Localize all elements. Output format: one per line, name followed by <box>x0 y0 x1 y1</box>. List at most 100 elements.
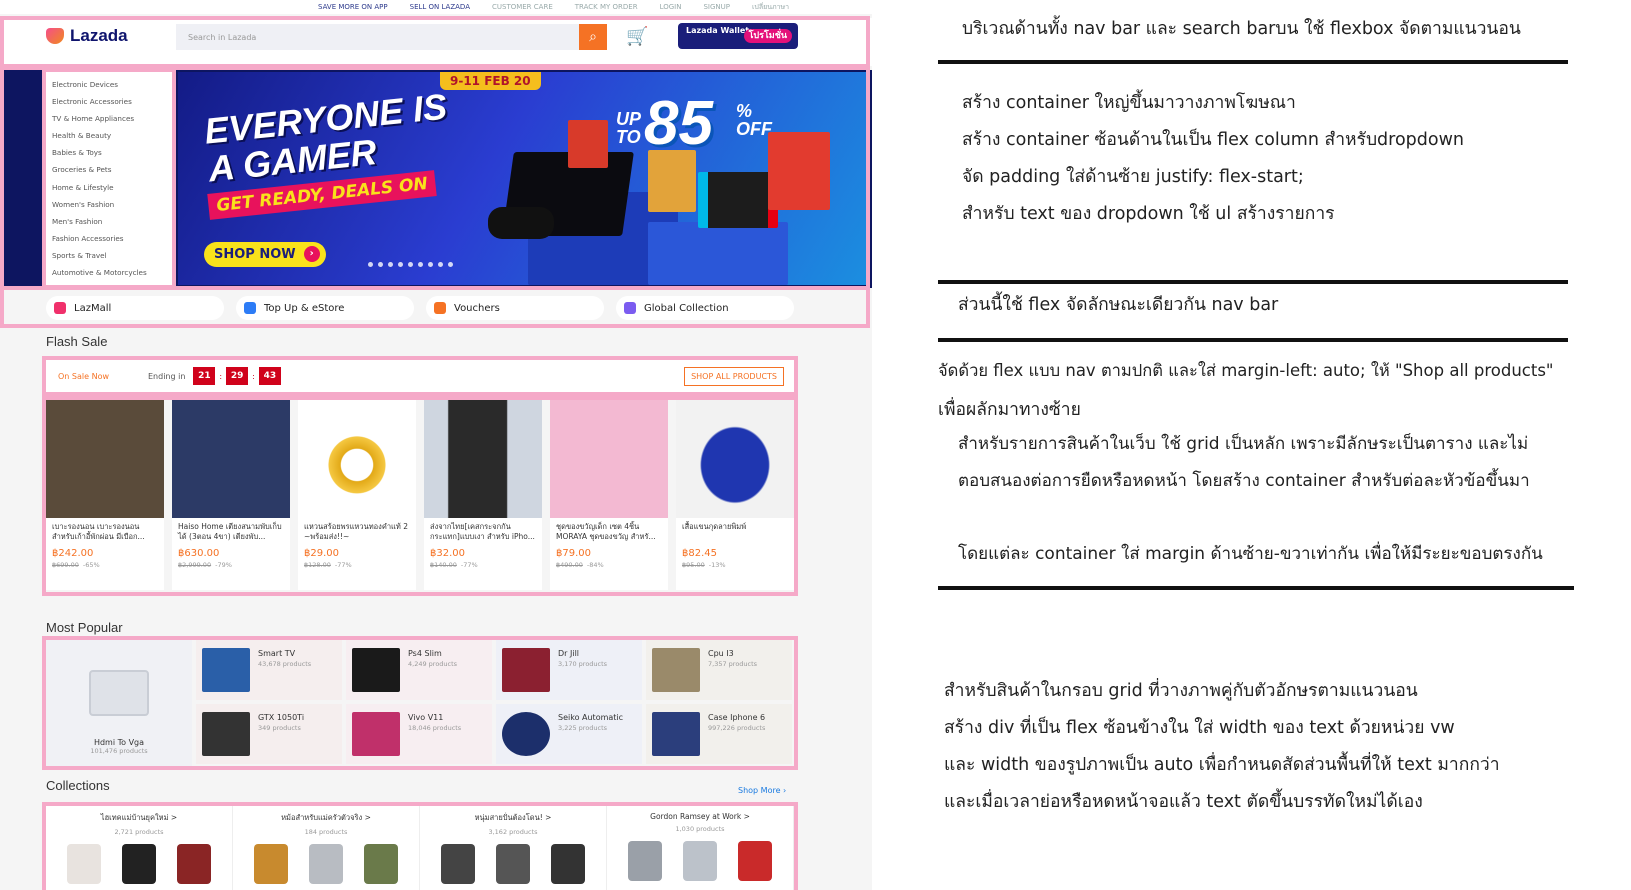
watch-icon <box>502 712 550 756</box>
top-link[interactable]: SAVE MORE ON APP <box>318 3 388 11</box>
switch-console-image <box>698 172 778 228</box>
top-link[interactable]: TRACK MY ORDER <box>575 3 638 11</box>
top-link[interactable]: SIGNUP <box>703 3 730 11</box>
category-item[interactable]: Women's Fashion <box>52 196 166 213</box>
product-image <box>172 400 290 518</box>
product-name: ชุดของขวัญเด็ก เซต 4ชิ้น MORAYA ชุดของขว… <box>556 522 656 541</box>
category-item[interactable]: Babies & Toys <box>52 144 166 161</box>
note-text: เพื่อผลักมาทางซ้าย <box>938 400 1081 420</box>
channel-topup[interactable]: Top Up & eStore <box>236 296 414 320</box>
product-card[interactable]: เบาะรองนอน เบาะรองนอนสำหรับเก้าอี้พักผ่อ… <box>46 400 164 590</box>
shop-all-products-button[interactable]: SHOP ALL PRODUCTS <box>684 366 784 386</box>
channel-label: Top Up & eStore <box>264 302 345 314</box>
upto-text: UP TO <box>616 109 641 147</box>
collection-card[interactable]: Gordon Ramsey at Work > 1,030 products <box>607 806 794 890</box>
popular-count: 7,357 products <box>708 660 758 668</box>
wallet-promo: โปรโมชั่น <box>743 29 792 43</box>
category-item[interactable]: Health & Beauty <box>52 127 166 144</box>
popular-item[interactable]: Case Iphone 6 997,226 products <box>646 704 792 764</box>
popular-item[interactable]: Smart TV 43,678 products <box>196 640 342 700</box>
popular-item[interactable]: Cpu I3 7,357 products <box>646 640 792 700</box>
collection-card[interactable]: ไฮเทคแม่บ้านยุคใหม่ > 2,721 products <box>46 806 233 890</box>
popular-name: Vivo V11 <box>408 713 444 722</box>
product-image <box>424 400 542 518</box>
cart-icon[interactable]: 🛒 <box>626 26 648 47</box>
divider <box>938 60 1568 64</box>
popular-item[interactable]: Dr Jill 3,170 products <box>496 640 642 700</box>
note-text: จัด padding ใส่ด้านซ้าย justify: flex-st… <box>962 167 1304 187</box>
popular-item[interactable]: Ps4 Slim 4,249 products <box>346 640 492 700</box>
product-old-price: ฿95.00 -13% <box>682 561 726 569</box>
channel-lazmall[interactable]: LazMall <box>46 296 224 320</box>
product-card[interactable]: เสื้อแขนกุดลายพิมพ์ ฿82.45 ฿95.00 -13% <box>676 400 794 590</box>
channel-vouchers[interactable]: Vouchers <box>426 296 604 320</box>
note-text: สร้าง div ที่เป็น flex ซ้อนข้างใน ใส่ wi… <box>944 718 1455 738</box>
voucher-icon <box>434 302 446 314</box>
collection-name: ไฮเทคแม่บ้านยุคใหม่ > <box>100 813 178 822</box>
popular-name: Cpu I3 <box>708 649 734 658</box>
timer-minutes: 29 <box>226 367 249 385</box>
header: Lazada Search in Lazada ⌕ 🛒 Lazada Walle… <box>0 18 872 66</box>
note-text: สร้าง container ใหญ่ขึ้นมาวางภาพโฆษณา <box>962 93 1296 113</box>
category-item[interactable]: Men's Fashion <box>52 213 166 230</box>
notes-panel: บริเวณด้านทั้ง nav bar และ search barบน … <box>872 0 1631 890</box>
collections-title: Collections <box>46 778 110 793</box>
carousel-dots[interactable] <box>368 262 453 267</box>
wallet-banner[interactable]: Lazada Wallet โปรโมชั่น <box>678 23 798 49</box>
top-link[interactable]: เปลี่ยนภาษา <box>752 2 789 13</box>
popular-item[interactable]: GTX 1050Ti 349 products <box>196 704 342 764</box>
popular-item[interactable]: Vivo V11 18,046 products <box>346 704 492 764</box>
serum-icon <box>502 648 550 692</box>
arrow-right-icon: › <box>303 246 320 262</box>
product-price: ฿32.00 <box>430 548 465 559</box>
product-name: เบาะรองนอน เบาะรองนอนสำหรับเก้าอี้พักผ่อ… <box>52 522 145 541</box>
lazada-logo[interactable]: Lazada <box>46 26 128 46</box>
product-price: ฿82.45 <box>682 548 717 559</box>
product-card[interactable]: แหวนสร้อยพรแหวนทองคำแท้ 2 ~พร้อมส่ง!!~ ฿2… <box>298 400 416 590</box>
search-input[interactable]: Search in Lazada <box>176 24 579 50</box>
flash-sale-products: เบาะรองนอน เบาะรองนอนสำหรับเก้าอี้พักผ่อ… <box>46 400 794 590</box>
category-item[interactable]: Electronic Accessories <box>52 93 166 110</box>
top-link[interactable]: CUSTOMER CARE <box>492 3 553 11</box>
top-link[interactable]: LOGIN <box>660 3 682 11</box>
search-button[interactable]: ⌕ <box>579 24 607 50</box>
search-icon: ⌕ <box>589 29 597 45</box>
popular-name: Ps4 Slim <box>408 649 442 658</box>
top-link[interactable]: SELL ON LAZADA <box>410 3 470 11</box>
category-item[interactable]: Home & Lifestyle <box>52 179 166 196</box>
shop-more-link[interactable]: Shop More › <box>738 786 786 795</box>
product-name: ส่งจากไทย[เคสกระจกกันกระแทก]แบบเงา สำหรั… <box>430 522 535 541</box>
category-item[interactable]: Fashion Accessories <box>52 230 166 247</box>
shop-now-button[interactable]: SHOP NOW › <box>204 242 326 267</box>
product-old-price: ฿128.00 -77% <box>304 561 352 569</box>
collection-name: Gordon Ramsey at Work > <box>650 812 750 821</box>
popular-count: 349 products <box>258 724 301 732</box>
timer-hours: 21 <box>193 367 216 385</box>
console-icon <box>352 648 400 692</box>
product-card[interactable]: Haiso Home เตียงสนามพับเก็บได้ (3ตอน 4ขา… <box>172 400 290 590</box>
category-item[interactable]: Automotive & Motorcycles <box>52 264 166 281</box>
popular-count: 4,249 products <box>408 660 458 668</box>
collection-card[interactable]: หม้อสำหรับแม่ครัวตัวจริง > 184 products <box>233 806 420 890</box>
category-item[interactable]: Sports & Travel <box>52 247 166 264</box>
divider <box>938 586 1574 590</box>
ending-label: Ending in <box>148 371 186 381</box>
collection-name: หม้อสำหรับแม่ครัวตัวจริง > <box>281 813 371 822</box>
popular-name: Case Iphone 6 <box>708 713 766 722</box>
popular-item[interactable]: Seiko Automatic 3,225 products <box>496 704 642 764</box>
product-image <box>298 400 416 518</box>
category-item[interactable]: TV & Home Appliances <box>52 110 166 127</box>
product-card[interactable]: ชุดของขวัญเด็ก เซต 4ชิ้น MORAYA ชุดของขว… <box>550 400 668 590</box>
promo-banner[interactable]: 9-11 FEB 20 EVERYONE IS A GAMER GET READY… <box>178 72 870 285</box>
product-image <box>550 400 668 518</box>
note-text: สำหรับรายการสินค้าในเว็บ ใช้ grid เป็นหล… <box>958 434 1529 454</box>
hdmi-adapter-image <box>89 670 149 716</box>
product-old-price: ฿490.00 -84% <box>556 561 604 569</box>
shop-now-label: SHOP NOW <box>214 247 296 262</box>
popular-featured[interactable]: Hdmi To Vga 101,476 products <box>46 640 192 766</box>
category-item[interactable]: Electronic Devices <box>52 76 166 93</box>
product-card[interactable]: ส่งจากไทย[เคสกระจกกันกระแทก]แบบเงา สำหรั… <box>424 400 542 590</box>
channel-global[interactable]: Global Collection <box>616 296 794 320</box>
collection-card[interactable]: หนุ่มสายปั่นต้องโดน! > 3,162 products <box>420 806 607 890</box>
category-item[interactable]: Groceries & Pets <box>52 161 166 178</box>
